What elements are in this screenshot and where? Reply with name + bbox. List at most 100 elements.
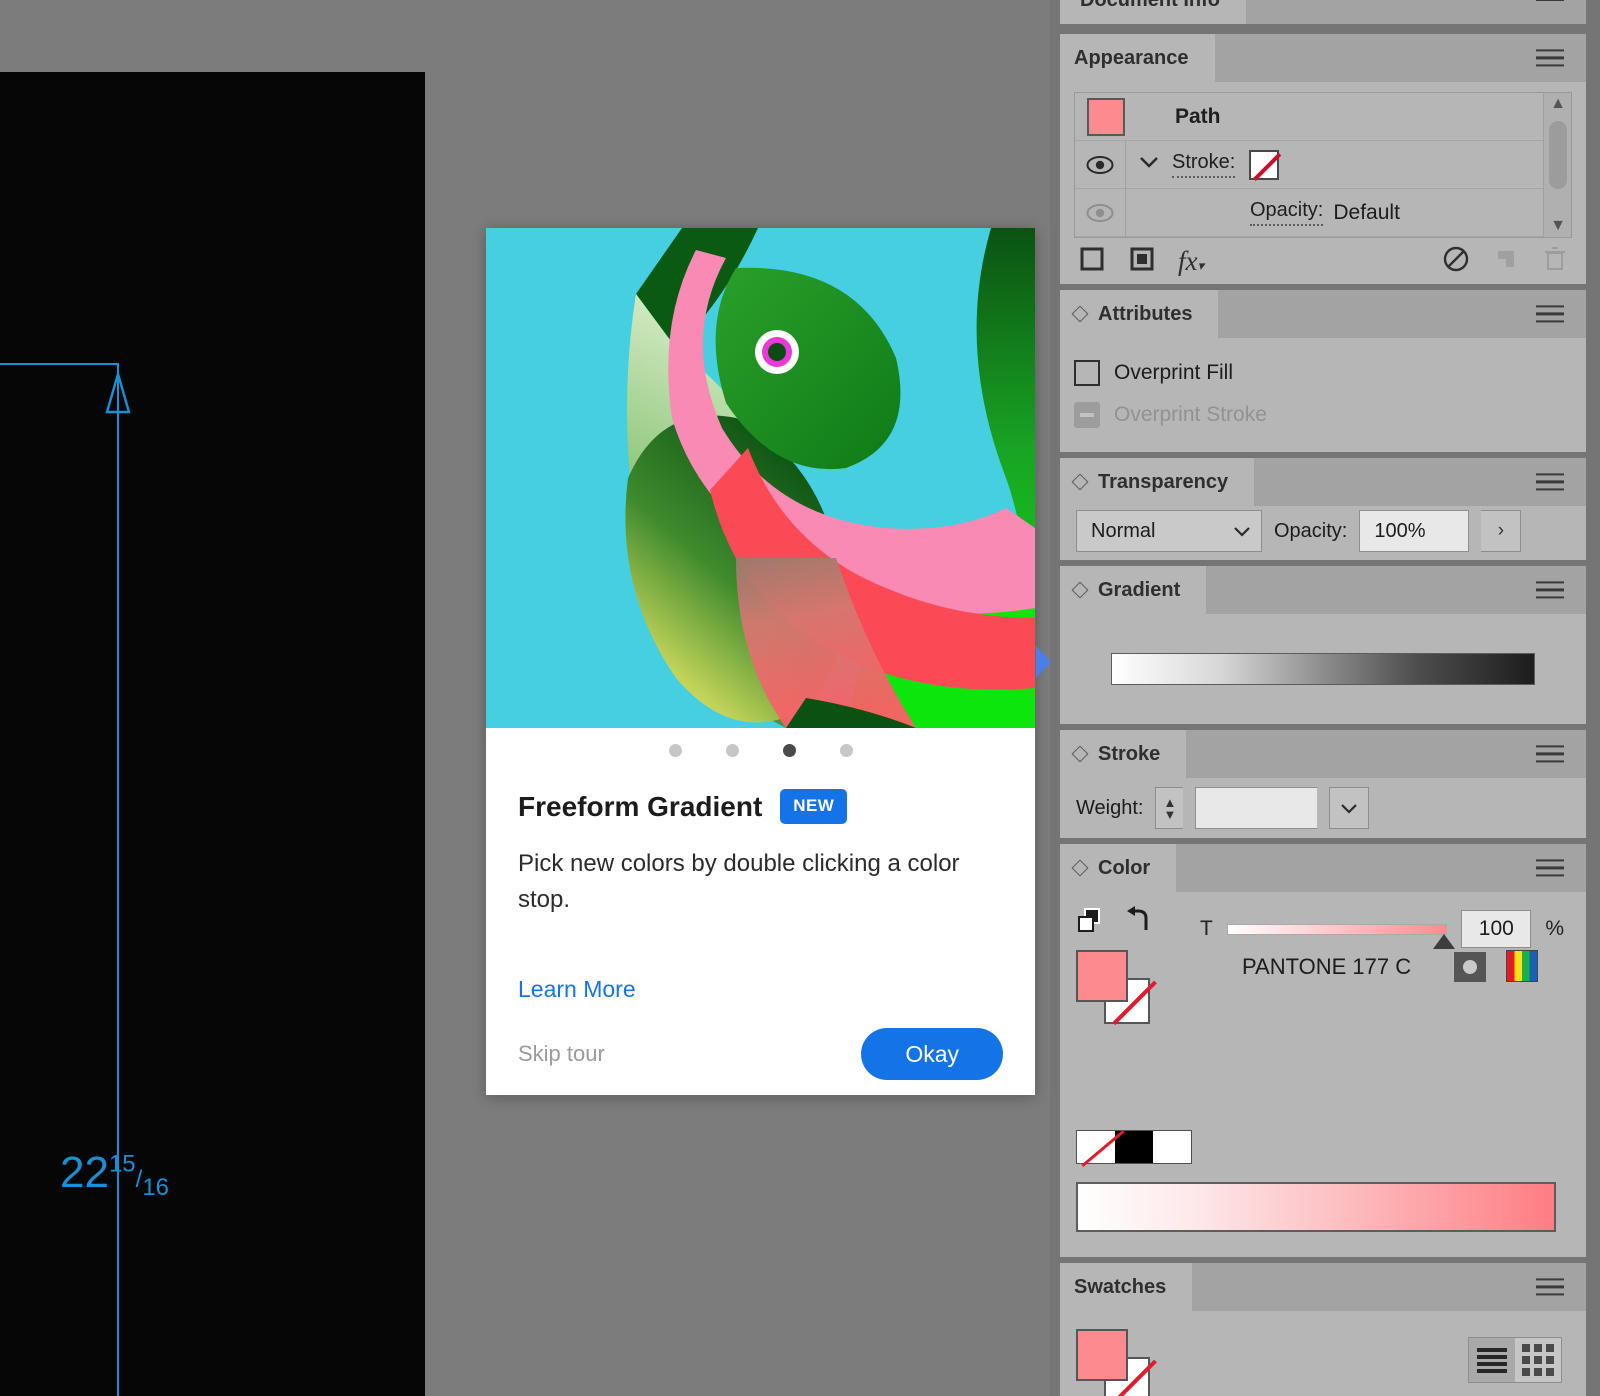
tour-title: Freeform Gradient [518, 790, 763, 822]
add-new-fill-icon[interactable] [1128, 245, 1156, 278]
appearance-list[interactable]: Path Stroke: Opacity: Default ▲ ▼ [1074, 92, 1572, 238]
transparency-opacity-input[interactable]: 100% [1359, 510, 1470, 552]
add-new-effect-icon[interactable]: fx▾ [1178, 246, 1204, 277]
tint-value-input[interactable]: 100 [1461, 910, 1532, 948]
scroll-down-icon[interactable]: ▼ [1544, 217, 1572, 235]
stroke-body: Weight: ▲ ▼ [1060, 778, 1586, 838]
scrollbar-thumb[interactable] [1549, 121, 1567, 189]
weight-stepper[interactable]: ▲ ▼ [1155, 787, 1184, 829]
collapse-diamond-icon[interactable] [1071, 745, 1089, 763]
chevron-down-icon[interactable] [1126, 155, 1172, 174]
tint-slider[interactable] [1226, 923, 1456, 949]
color-spectrum-bar[interactable] [1076, 1182, 1556, 1232]
visibility-eye-dim-icon[interactable] [1075, 203, 1125, 223]
swap-fill-stroke-icon[interactable] [1076, 908, 1110, 940]
add-new-stroke-icon[interactable] [1078, 245, 1106, 278]
visibility-eye-icon[interactable] [1075, 155, 1125, 175]
panel-stroke: Stroke Weight: ▲ ▼ [1060, 730, 1586, 838]
color-spectrum-button[interactable] [1506, 950, 1538, 982]
tab-appearance[interactable]: Appearance [1060, 34, 1215, 82]
measure-numerator: 15 [108, 1150, 136, 1178]
color-menu-icon[interactable] [1536, 854, 1564, 881]
appearance-row-object[interactable]: Path [1075, 93, 1571, 141]
collapse-diamond-icon[interactable] [1071, 581, 1089, 599]
minimize-icon[interactable] [1536, 0, 1564, 1]
attributes-header: Attributes [1060, 290, 1586, 338]
object-fill-swatch[interactable] [1087, 97, 1125, 136]
collapse-diamond-icon[interactable] [1071, 859, 1089, 877]
attributes-menu-icon[interactable] [1536, 300, 1564, 327]
grayscale-ramp-button[interactable] [1454, 952, 1486, 982]
swatches-menu-icon[interactable] [1536, 1273, 1564, 1300]
gradient-body [1060, 614, 1586, 724]
appearance-menu-icon[interactable] [1536, 44, 1564, 71]
none-black-white-swatches[interactable] [1076, 1130, 1192, 1164]
tab-swatches[interactable]: Swatches [1060, 1263, 1193, 1311]
collapse-diamond-icon[interactable] [1071, 473, 1089, 491]
duplicate-item-icon[interactable] [1492, 245, 1520, 278]
feature-tour-dialog[interactable]: Freeform Gradient NEW Pick new colors by… [486, 228, 1035, 1095]
tab-document-info[interactable]: Document Info [1060, 0, 1246, 24]
overprint-fill-row[interactable]: Overprint Fill [1060, 352, 1586, 394]
tour-dot-1[interactable] [668, 744, 682, 757]
tint-unit-label: % [1545, 917, 1564, 940]
tour-dot-3[interactable] [782, 744, 796, 757]
attributes-body: Overprint Fill Overprint Stroke [1060, 338, 1586, 452]
gradient-menu-icon[interactable] [1536, 576, 1564, 603]
tour-footer: Skip tour Okay [518, 1028, 1003, 1080]
stepper-up-icon[interactable]: ▲ [1164, 796, 1177, 809]
swatches-view-toggle[interactable] [1468, 1337, 1562, 1383]
panel-swatches: Swatches [1060, 1263, 1586, 1396]
appearance-row-stroke[interactable]: Stroke: [1075, 140, 1571, 189]
white-swatch[interactable] [1153, 1131, 1191, 1163]
blend-mode-select[interactable]: Normal [1076, 510, 1262, 552]
color-fill-swatch[interactable] [1076, 950, 1128, 1002]
scroll-up-icon[interactable]: ▲ [1544, 95, 1572, 113]
tab-stroke[interactable]: Stroke [1060, 730, 1187, 778]
gradient-ramp[interactable] [1111, 653, 1535, 685]
learn-more-link[interactable]: Learn More [518, 976, 636, 1003]
dimension-guide-vertical [117, 363, 119, 1396]
appearance-scrollbar[interactable]: ▲ ▼ [1543, 93, 1571, 237]
tab-transparency[interactable]: Transparency [1060, 458, 1255, 506]
tab-gradient[interactable]: Gradient [1060, 566, 1207, 614]
stroke-header: Stroke [1060, 730, 1586, 778]
tour-dot-4[interactable] [839, 744, 853, 757]
delete-item-icon[interactable] [1542, 245, 1568, 278]
overprint-fill-label: Overprint Fill [1114, 361, 1234, 384]
overprint-stroke-label: Overprint Stroke [1114, 403, 1267, 426]
appearance-row-opacity[interactable]: Opacity: Default [1075, 188, 1571, 237]
overprint-fill-checkbox[interactable] [1074, 360, 1100, 386]
collapse-diamond-icon[interactable] [1071, 305, 1089, 323]
default-fill-stroke-icon[interactable] [1124, 906, 1154, 940]
swatches-fill-stroke-indicator[interactable] [1076, 1329, 1152, 1396]
clear-appearance-icon[interactable] [1442, 245, 1470, 278]
tour-content: Freeform Gradient NEW Pick new colors by… [486, 728, 1035, 1095]
color-fill-stroke-indicator[interactable] [1076, 950, 1152, 1024]
opacity-label[interactable]: Opacity: [1250, 199, 1324, 226]
swatches-fill-swatch[interactable] [1076, 1329, 1128, 1381]
stroke-weight-input[interactable] [1195, 787, 1318, 829]
stepper-down-icon[interactable]: ▼ [1164, 808, 1177, 821]
transparency-menu-icon[interactable] [1536, 468, 1564, 495]
black-swatch[interactable] [1115, 1131, 1153, 1163]
tour-pagination-dots[interactable] [518, 728, 1003, 757]
weight-dropdown-icon[interactable] [1329, 787, 1370, 829]
tab-attributes[interactable]: Attributes [1060, 290, 1219, 338]
stroke-label[interactable]: Stroke: [1172, 151, 1236, 178]
opacity-expand-icon[interactable]: › [1481, 510, 1522, 552]
okay-button[interactable]: Okay [861, 1028, 1003, 1080]
panel-color: Color T 100 % PANTONE 177 C [1060, 844, 1586, 1257]
grid-view-icon[interactable] [1515, 1338, 1561, 1382]
stroke-none-swatch[interactable] [1249, 149, 1280, 180]
list-view-icon[interactable] [1469, 1338, 1515, 1382]
none-swatch[interactable] [1077, 1131, 1115, 1163]
panel-collapse-arrow-icon[interactable] [1036, 646, 1051, 678]
tab-color[interactable]: Color [1060, 844, 1177, 892]
skip-tour-link[interactable]: Skip tour [518, 1041, 605, 1067]
stroke-menu-icon[interactable] [1536, 740, 1564, 767]
panel-document-info[interactable]: Document Info [1060, 0, 1586, 24]
stroke-weight-label: Weight: [1076, 796, 1144, 819]
tint-slider-thumb[interactable] [1433, 933, 1456, 949]
tour-dot-2[interactable] [725, 744, 739, 757]
